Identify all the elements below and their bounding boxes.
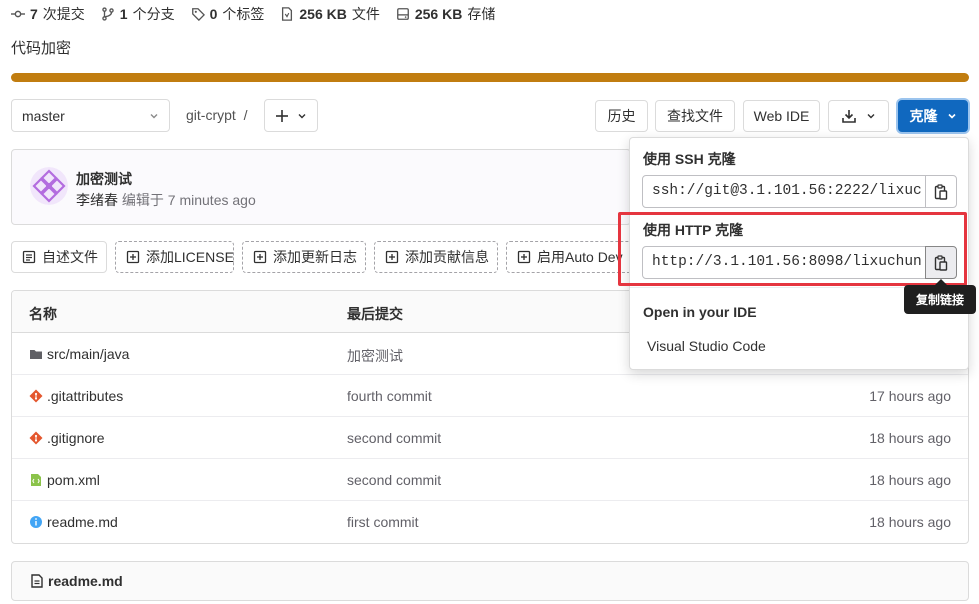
git-file-icon (29, 431, 43, 445)
row-commit-message[interactable]: 加密测试 (347, 346, 403, 366)
plus-square-icon (385, 250, 399, 264)
document-icon (22, 250, 36, 264)
xml-file-icon (31, 474, 41, 486)
plus-square-icon (126, 250, 140, 264)
readme-shortcut-button[interactable]: 自述文件 (11, 241, 107, 273)
commit-meta: 李绪春 编辑于 7 minutes ago (76, 192, 256, 208)
plus-square-icon (517, 250, 531, 264)
folder-icon (30, 350, 42, 359)
stat-branches[interactable]: 1 个分支 (101, 4, 175, 24)
add-changelog-button[interactable]: 添加更新日志 (242, 241, 366, 273)
column-last-commit: 最后提交 (347, 306, 403, 322)
row-commit-time: 18 hours ago (869, 430, 951, 446)
add-contributing-button[interactable]: 添加贡献信息 (374, 241, 498, 273)
open-vscode-item[interactable]: Visual Studio Code (647, 338, 766, 354)
clone-button[interactable]: 克隆 (898, 100, 968, 132)
row-commit-message[interactable]: first commit (347, 514, 419, 530)
add-license-button[interactable]: 添加LICENSE (115, 241, 234, 273)
chevron-down-icon (947, 113, 956, 119)
copy-link-tooltip: 复制链接 (904, 279, 976, 314)
history-button[interactable]: 历史 (595, 100, 648, 132)
copy-icon (934, 183, 948, 200)
file-text-icon (31, 574, 43, 588)
stat-files[interactable]: 256 KB 文件 (280, 4, 380, 24)
chevron-down-icon (298, 113, 306, 118)
highlight-box (618, 212, 967, 286)
storage-icon (396, 8, 409, 20)
add-menu-button[interactable] (264, 99, 318, 132)
chevron-down-icon (150, 113, 158, 118)
table-row[interactable]: .gitattributes fourth commit 17 hours ag… (12, 375, 968, 417)
table-row[interactable]: pom.xml second commit 18 hours ago (12, 459, 968, 501)
commit-icon (11, 10, 25, 18)
chevron-down-icon (867, 114, 875, 119)
stat-storage[interactable]: 256 KB 存储 (396, 4, 495, 24)
row-commit-message[interactable]: second commit (347, 430, 441, 446)
table-row[interactable]: readme.md first commit 18 hours ago (12, 501, 968, 543)
copy-ssh-button[interactable] (925, 175, 957, 208)
plus-square-icon (253, 250, 267, 264)
branch-icon (102, 7, 114, 21)
commit-title[interactable]: 加密测试 (76, 169, 132, 189)
avatar[interactable] (30, 167, 68, 205)
file-name[interactable]: .gitattributes (47, 388, 123, 404)
find-file-button[interactable]: 查找文件 (655, 100, 735, 132)
stat-tags[interactable]: 0 个标签 (191, 4, 264, 24)
branch-name: master (22, 107, 65, 124)
git-file-icon (29, 389, 43, 403)
language-bar (11, 73, 969, 82)
ssh-clone-label: 使用 SSH 克隆 (643, 151, 736, 167)
row-commit-time: 18 hours ago (869, 514, 951, 530)
row-commit-message[interactable]: second commit (347, 472, 441, 488)
open-ide-label: Open in your IDE (643, 304, 757, 320)
commit-time: 7 minutes ago (167, 192, 256, 208)
branch-select[interactable]: master (11, 99, 170, 132)
stat-commits[interactable]: 7 次提交 (11, 4, 85, 24)
file-name[interactable]: src/main/java (47, 346, 129, 362)
readme-panel-header: readme.md (11, 561, 969, 601)
column-name: 名称 (29, 306, 57, 322)
commit-author[interactable]: 李绪春 (76, 192, 118, 208)
last-commit-panel: 加密测试 李绪春 编辑于 7 minutes ago (11, 149, 631, 225)
table-row[interactable]: .gitignore second commit 18 hours ago (12, 417, 968, 459)
row-commit-time: 17 hours ago (869, 388, 951, 404)
readme-title[interactable]: readme.md (48, 573, 123, 589)
tag-icon (191, 8, 205, 21)
row-commit-time: 18 hours ago (869, 472, 951, 488)
ssh-url-input[interactable]: ssh://git@3.1.101.56:2222/lixuc (642, 175, 926, 208)
file-name[interactable]: pom.xml (47, 472, 100, 488)
breadcrumb: git-crypt / (186, 107, 248, 123)
breadcrumb-repo[interactable]: git-crypt (186, 107, 236, 123)
file-name[interactable]: .gitignore (47, 430, 105, 446)
project-stats: 7 次提交 1 个分支 0 个标签 256 KB 文件 256 KB 存储 (11, 5, 495, 23)
info-icon (30, 516, 42, 528)
download-button[interactable] (828, 100, 889, 132)
download-icon (842, 110, 856, 123)
row-commit-message[interactable]: fourth commit (347, 388, 432, 404)
enable-auto-devops-button[interactable]: 启用Auto Dev (506, 241, 636, 273)
project-description: 代码加密 (11, 40, 72, 57)
file-name[interactable]: readme.md (47, 514, 118, 530)
plus-icon (276, 109, 288, 122)
web-ide-button[interactable]: Web IDE (743, 100, 820, 132)
file-icon (282, 7, 293, 21)
